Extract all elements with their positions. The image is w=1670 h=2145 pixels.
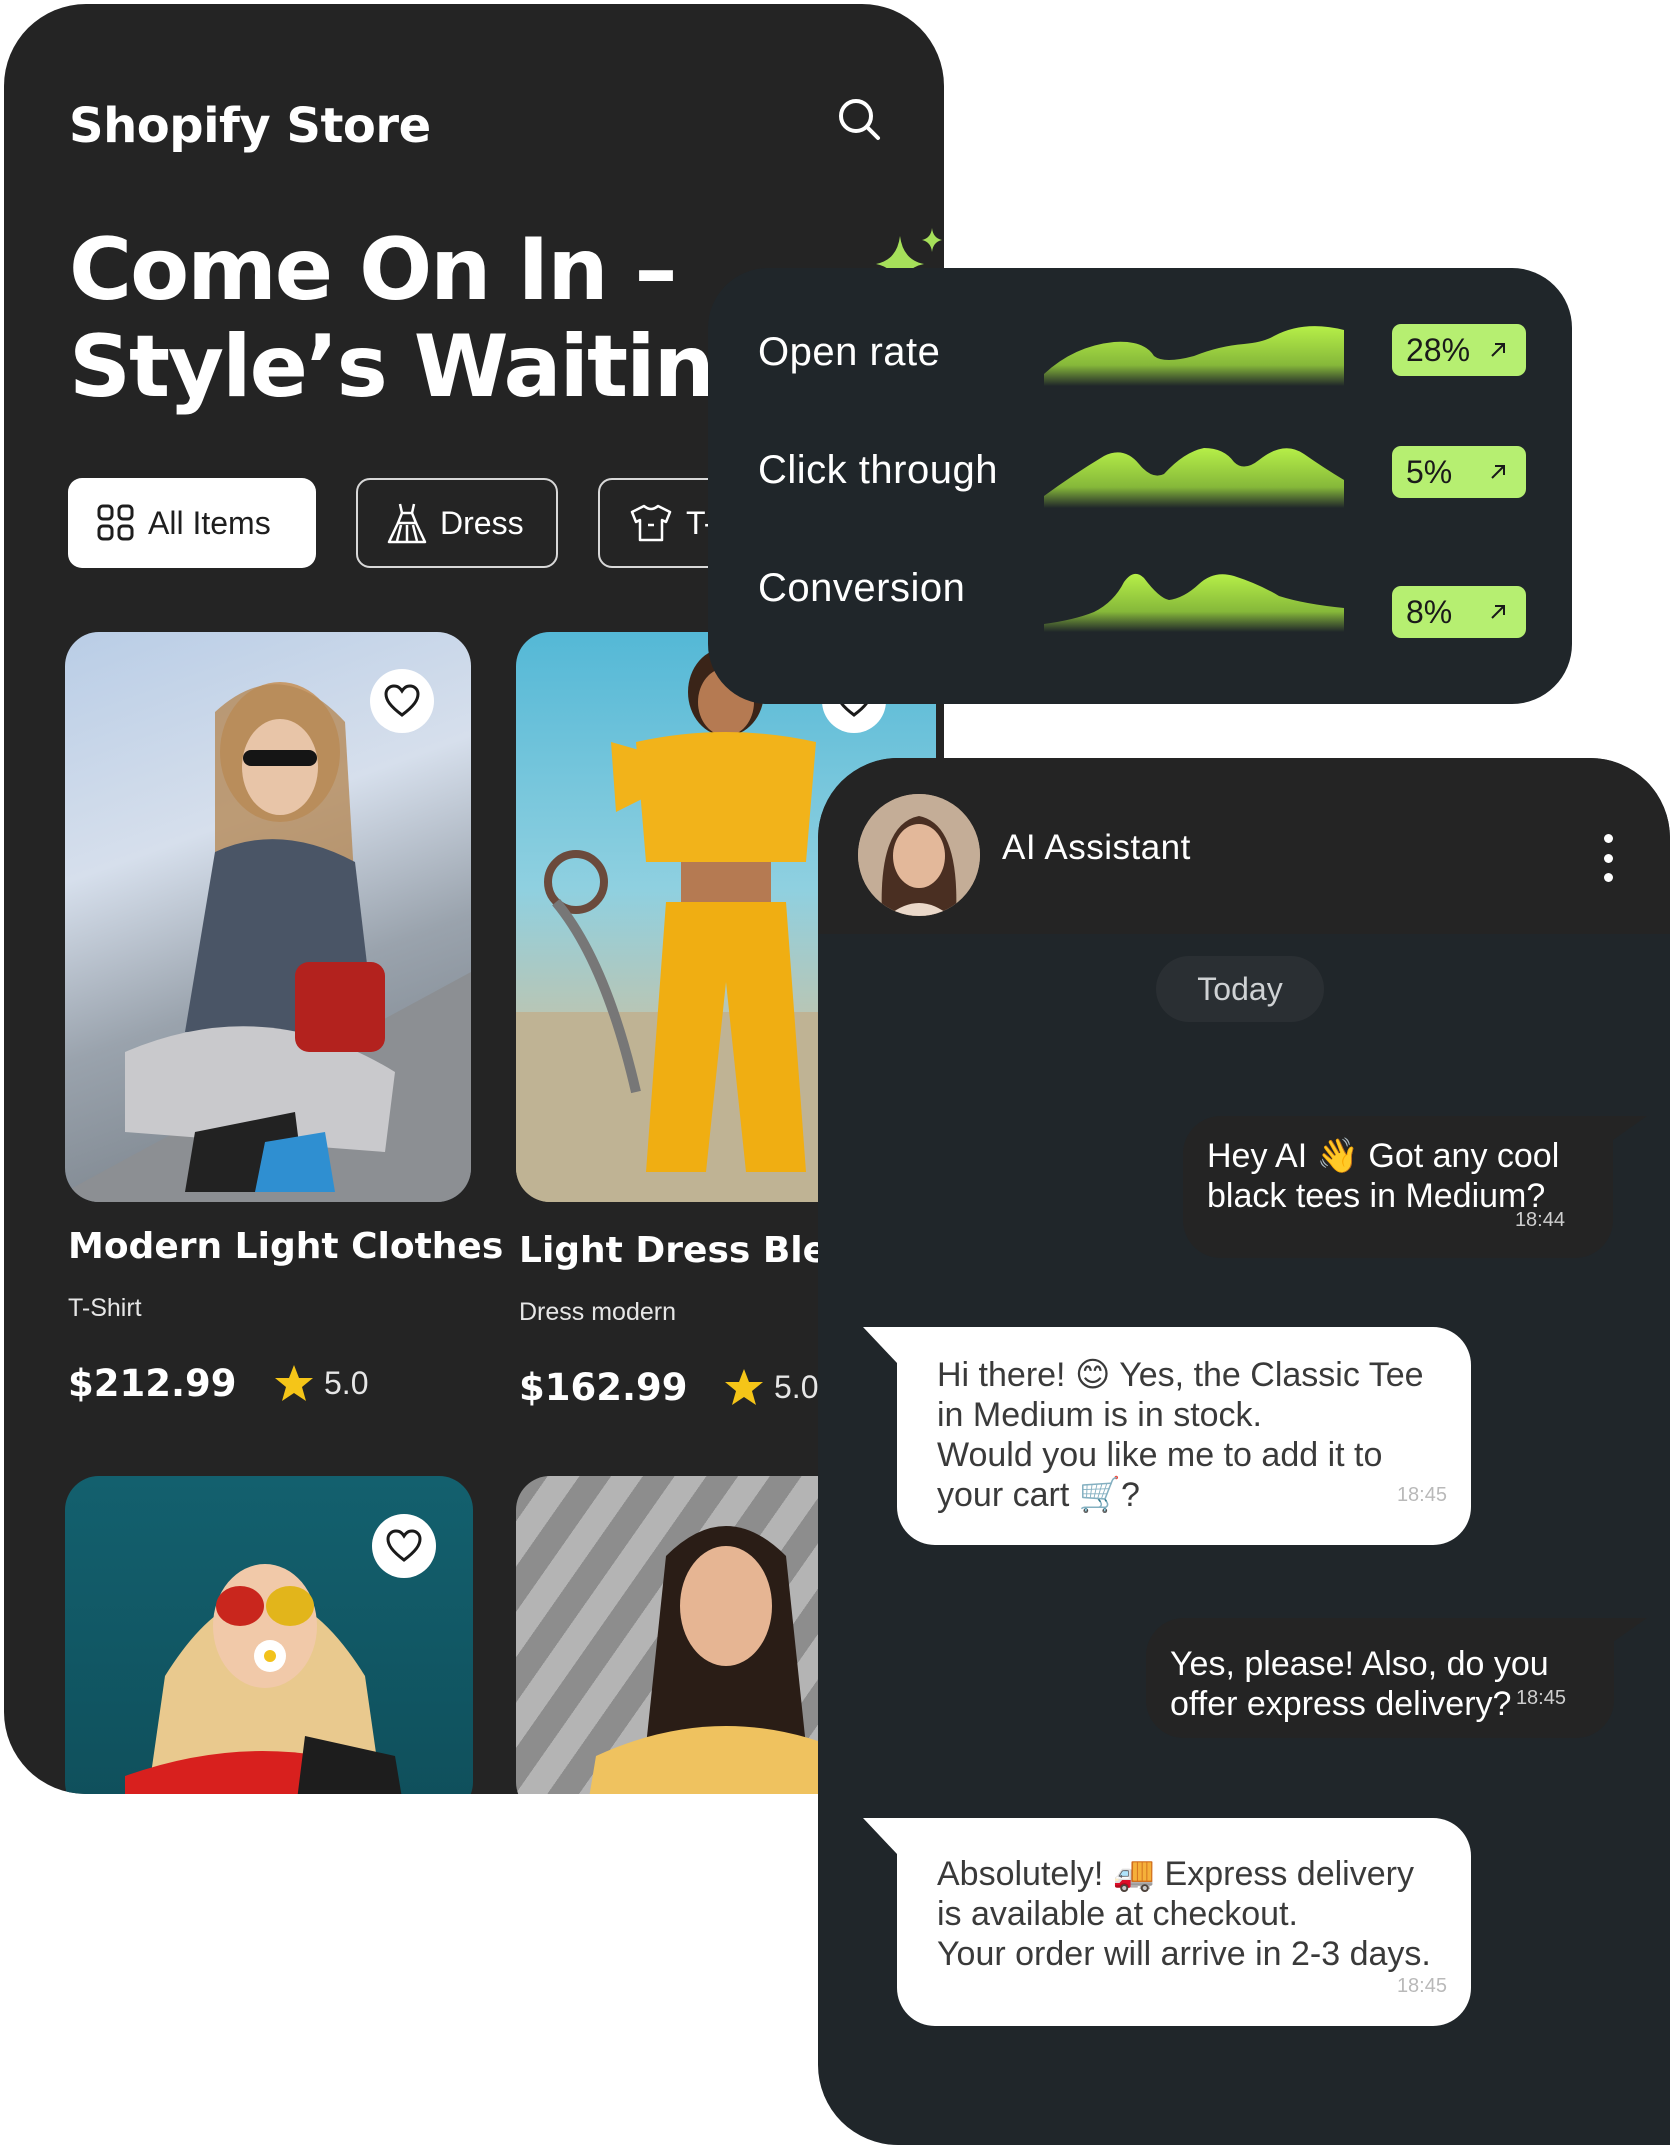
open-rate-sparkline <box>1044 326 1344 386</box>
product-price: $212.99 <box>68 1362 237 1405</box>
store-title: Shopify Store <box>69 98 431 154</box>
bubble-tail <box>1613 1618 1647 1642</box>
message-text: Hi there! 😊 Yes, the Classic Tee in Medi… <box>937 1356 1424 1514</box>
message-bubble-user: Yes, please! Also, do you offer express … <box>1146 1618 1614 1738</box>
star-icon <box>275 1365 313 1401</box>
message-bubble-assistant: Hi there! 😊 Yes, the Classic Tee in Medi… <box>897 1327 1471 1545</box>
message-time: 18:45 <box>1396 1975 1447 1997</box>
badge-value: 5% <box>1406 453 1453 490</box>
message-time: 18:45 <box>1515 1687 1566 1709</box>
message-bubble-assistant: Absolutely! 🚚 Express delivery is availa… <box>897 1818 1471 2026</box>
dress-icon <box>387 503 427 544</box>
stat-label-open-rate: Open rate <box>758 330 941 374</box>
arrow-up-right-icon <box>1491 343 1505 357</box>
more-vertical-icon[interactable] <box>1588 828 1628 888</box>
star-icon <box>725 1369 763 1405</box>
date-divider: Today <box>1156 956 1324 1022</box>
open-rate-badge: 28% <box>1392 324 1526 376</box>
conversion-sparkline <box>1044 573 1344 632</box>
conversion-badge: 8% <box>1392 586 1526 638</box>
chat-header: AI Assistant <box>818 758 1670 934</box>
product-category: Dress modern <box>519 1298 676 1326</box>
message-time: 18:44 <box>1514 1209 1565 1231</box>
message-text: Absolutely! 🚚 Express delivery is availa… <box>937 1855 1431 1973</box>
avatar[interactable] <box>858 794 980 916</box>
tshirt-icon <box>630 504 672 542</box>
bubble-tail <box>1613 1116 1647 1140</box>
message-bubble-user: Hey AI 👋 Got any cool black tees in Medi… <box>1183 1116 1613 1258</box>
favorite-heart-icon[interactable] <box>372 1514 436 1578</box>
filter-chip-all-items[interactable]: All Items <box>68 478 316 568</box>
rating-value: 5.0 <box>774 1368 819 1405</box>
click-through-badge: 5% <box>1392 446 1526 498</box>
message-text: Hey AI 👋 Got any cool black tees in Medi… <box>1207 1137 1560 1215</box>
product-name[interactable]: Modern Light Clothes <box>68 1226 503 1267</box>
arrow-up-right-icon <box>1491 465 1505 479</box>
stat-label-click-through: Click through <box>758 448 998 492</box>
stats-panel: Open rate 28% Click through 5% Conversio… <box>708 268 1572 704</box>
product-rating: 5.0 <box>274 1364 368 1402</box>
badge-value: 8% <box>1406 593 1453 630</box>
badge-value: 28% <box>1406 331 1471 368</box>
arrow-up-right-icon <box>1491 605 1505 619</box>
rating-value: 5.0 <box>324 1364 369 1401</box>
message-time: 18:45 <box>1396 1484 1447 1506</box>
grid-icon <box>97 504 134 541</box>
chip-label: All Items <box>148 504 271 541</box>
chat-contact-name: AI Assistant <box>1002 828 1191 867</box>
chip-label: Dress <box>440 504 524 541</box>
bubble-tail <box>863 1327 897 1363</box>
stat-label-conversion: Conversion <box>758 566 966 610</box>
favorite-heart-icon[interactable] <box>370 669 434 733</box>
filter-chip-dress[interactable]: Dress <box>356 478 558 568</box>
chat-panel: AI Assistant Today Hey AI 👋 Got any cool… <box>818 758 1670 2145</box>
message-text: Yes, please! Also, do you offer express … <box>1170 1645 1549 1723</box>
product-category: T-Shirt <box>68 1294 142 1322</box>
bubble-tail <box>863 1818 897 1854</box>
product-rating: 5.0 <box>724 1368 818 1406</box>
click-through-sparkline <box>1044 448 1344 508</box>
search-icon[interactable] <box>830 90 890 150</box>
product-price: $162.99 <box>519 1366 688 1409</box>
